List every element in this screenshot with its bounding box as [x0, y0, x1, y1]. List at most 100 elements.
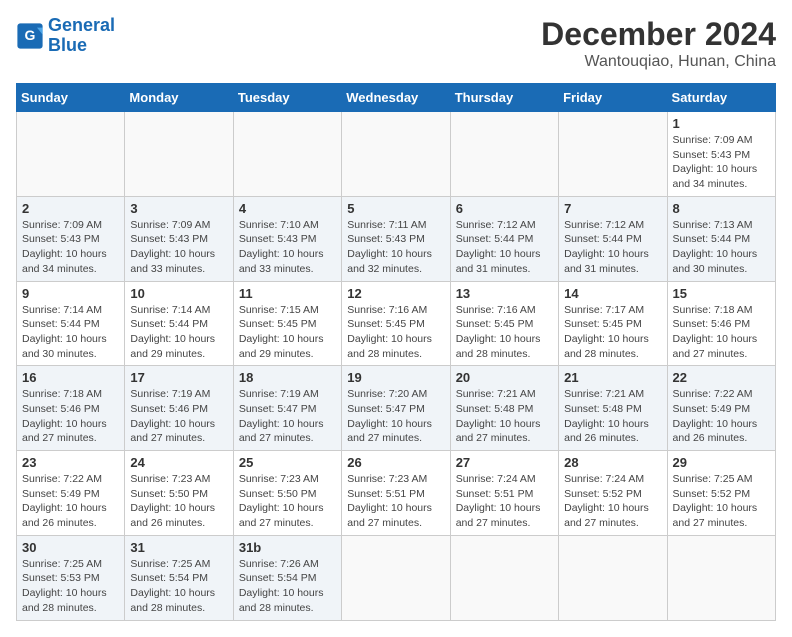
col-saturday: Saturday [667, 84, 775, 112]
day-number: 17 [130, 370, 227, 385]
table-row: 28 Sunrise: 7:24 AM Sunset: 5:52 PM Dayl… [559, 451, 667, 536]
day-number: 27 [456, 455, 553, 470]
day-info: Sunrise: 7:09 AM Sunset: 5:43 PM Dayligh… [130, 218, 227, 277]
day-info: Sunrise: 7:13 AM Sunset: 5:44 PM Dayligh… [673, 218, 770, 277]
day-number: 22 [673, 370, 770, 385]
day-info: Sunrise: 7:12 AM Sunset: 5:44 PM Dayligh… [564, 218, 661, 277]
day-number: 19 [347, 370, 444, 385]
table-row: 14 Sunrise: 7:17 AM Sunset: 5:45 PM Dayl… [559, 281, 667, 366]
logo: G General Blue [16, 16, 115, 56]
day-number: 16 [22, 370, 119, 385]
col-wednesday: Wednesday [342, 84, 450, 112]
svg-text:G: G [25, 27, 36, 43]
month-title: December 2024 [541, 16, 776, 53]
logo-icon: G [16, 22, 44, 50]
day-info: Sunrise: 7:09 AM Sunset: 5:43 PM Dayligh… [22, 218, 119, 277]
day-number: 4 [239, 201, 336, 216]
day-number: 2 [22, 201, 119, 216]
day-info: Sunrise: 7:12 AM Sunset: 5:44 PM Dayligh… [456, 218, 553, 277]
table-row [450, 112, 558, 197]
day-info: Sunrise: 7:18 AM Sunset: 5:46 PM Dayligh… [22, 387, 119, 446]
col-tuesday: Tuesday [233, 84, 341, 112]
calendar-week-row: 1 Sunrise: 7:09 AM Sunset: 5:43 PM Dayli… [17, 112, 776, 197]
calendar-week-row: 2 Sunrise: 7:09 AM Sunset: 5:43 PM Dayli… [17, 196, 776, 281]
day-info: Sunrise: 7:09 AM Sunset: 5:43 PM Dayligh… [673, 133, 770, 192]
table-row [559, 535, 667, 620]
table-row: 10 Sunrise: 7:14 AM Sunset: 5:44 PM Dayl… [125, 281, 233, 366]
day-info: Sunrise: 7:22 AM Sunset: 5:49 PM Dayligh… [22, 472, 119, 531]
table-row: 20 Sunrise: 7:21 AM Sunset: 5:48 PM Dayl… [450, 366, 558, 451]
table-row: 22 Sunrise: 7:22 AM Sunset: 5:49 PM Dayl… [667, 366, 775, 451]
table-row: 30 Sunrise: 7:25 AM Sunset: 5:53 PM Dayl… [17, 535, 125, 620]
col-thursday: Thursday [450, 84, 558, 112]
col-friday: Friday [559, 84, 667, 112]
table-row: 8 Sunrise: 7:13 AM Sunset: 5:44 PM Dayli… [667, 196, 775, 281]
table-row: 13 Sunrise: 7:16 AM Sunset: 5:45 PM Dayl… [450, 281, 558, 366]
day-info: Sunrise: 7:24 AM Sunset: 5:52 PM Dayligh… [564, 472, 661, 531]
table-row: 11 Sunrise: 7:15 AM Sunset: 5:45 PM Dayl… [233, 281, 341, 366]
table-row [667, 535, 775, 620]
day-number: 12 [347, 286, 444, 301]
day-number: 24 [130, 455, 227, 470]
table-row: 25 Sunrise: 7:23 AM Sunset: 5:50 PM Dayl… [233, 451, 341, 536]
table-row [17, 112, 125, 197]
day-number: 3 [130, 201, 227, 216]
table-row [559, 112, 667, 197]
table-row: 16 Sunrise: 7:18 AM Sunset: 5:46 PM Dayl… [17, 366, 125, 451]
day-info: Sunrise: 7:19 AM Sunset: 5:47 PM Dayligh… [239, 387, 336, 446]
table-row: 17 Sunrise: 7:19 AM Sunset: 5:46 PM Dayl… [125, 366, 233, 451]
day-info: Sunrise: 7:11 AM Sunset: 5:43 PM Dayligh… [347, 218, 444, 277]
day-number: 14 [564, 286, 661, 301]
table-row: 19 Sunrise: 7:20 AM Sunset: 5:47 PM Dayl… [342, 366, 450, 451]
title-block: December 2024 Wantouqiao, Hunan, China [541, 16, 776, 71]
day-info: Sunrise: 7:22 AM Sunset: 5:49 PM Dayligh… [673, 387, 770, 446]
day-info: Sunrise: 7:14 AM Sunset: 5:44 PM Dayligh… [22, 303, 119, 362]
calendar-week-row: 23 Sunrise: 7:22 AM Sunset: 5:49 PM Dayl… [17, 451, 776, 536]
day-info: Sunrise: 7:23 AM Sunset: 5:51 PM Dayligh… [347, 472, 444, 531]
day-number: 10 [130, 286, 227, 301]
table-row [450, 535, 558, 620]
table-row: 31b Sunrise: 7:26 AM Sunset: 5:54 PM Day… [233, 535, 341, 620]
table-row: 15 Sunrise: 7:18 AM Sunset: 5:46 PM Dayl… [667, 281, 775, 366]
table-row: 2 Sunrise: 7:09 AM Sunset: 5:43 PM Dayli… [17, 196, 125, 281]
table-row: 3 Sunrise: 7:09 AM Sunset: 5:43 PM Dayli… [125, 196, 233, 281]
day-info: Sunrise: 7:24 AM Sunset: 5:51 PM Dayligh… [456, 472, 553, 531]
day-number: 9 [22, 286, 119, 301]
table-row: 23 Sunrise: 7:22 AM Sunset: 5:49 PM Dayl… [17, 451, 125, 536]
day-number: 1 [673, 116, 770, 131]
day-number: 15 [673, 286, 770, 301]
logo-line1: General [48, 15, 115, 35]
calendar-week-row: 30 Sunrise: 7:25 AM Sunset: 5:53 PM Dayl… [17, 535, 776, 620]
day-number: 31 [130, 540, 227, 555]
day-info: Sunrise: 7:25 AM Sunset: 5:53 PM Dayligh… [22, 557, 119, 616]
day-number: 7 [564, 201, 661, 216]
day-info: Sunrise: 7:17 AM Sunset: 5:45 PM Dayligh… [564, 303, 661, 362]
day-number: 26 [347, 455, 444, 470]
day-info: Sunrise: 7:25 AM Sunset: 5:52 PM Dayligh… [673, 472, 770, 531]
table-row: 9 Sunrise: 7:14 AM Sunset: 5:44 PM Dayli… [17, 281, 125, 366]
calendar-table: Sunday Monday Tuesday Wednesday Thursday… [16, 83, 776, 621]
table-row: 1 Sunrise: 7:09 AM Sunset: 5:43 PM Dayli… [667, 112, 775, 197]
page-header: G General Blue December 2024 Wantouqiao,… [16, 16, 776, 71]
day-number: 30 [22, 540, 119, 555]
day-number: 25 [239, 455, 336, 470]
location-title: Wantouqiao, Hunan, China [541, 53, 776, 71]
logo-line2: Blue [48, 35, 87, 55]
table-row: 6 Sunrise: 7:12 AM Sunset: 5:44 PM Dayli… [450, 196, 558, 281]
table-row: 12 Sunrise: 7:16 AM Sunset: 5:45 PM Dayl… [342, 281, 450, 366]
day-info: Sunrise: 7:20 AM Sunset: 5:47 PM Dayligh… [347, 387, 444, 446]
table-row [233, 112, 341, 197]
day-info: Sunrise: 7:14 AM Sunset: 5:44 PM Dayligh… [130, 303, 227, 362]
day-number: 21 [564, 370, 661, 385]
table-row: 24 Sunrise: 7:23 AM Sunset: 5:50 PM Dayl… [125, 451, 233, 536]
day-number: 29 [673, 455, 770, 470]
day-number: 18 [239, 370, 336, 385]
table-row: 5 Sunrise: 7:11 AM Sunset: 5:43 PM Dayli… [342, 196, 450, 281]
day-info: Sunrise: 7:18 AM Sunset: 5:46 PM Dayligh… [673, 303, 770, 362]
calendar-week-row: 16 Sunrise: 7:18 AM Sunset: 5:46 PM Dayl… [17, 366, 776, 451]
day-info: Sunrise: 7:26 AM Sunset: 5:54 PM Dayligh… [239, 557, 336, 616]
calendar-week-row: 9 Sunrise: 7:14 AM Sunset: 5:44 PM Dayli… [17, 281, 776, 366]
day-number: 31b [239, 540, 336, 555]
table-row [125, 112, 233, 197]
table-row: 29 Sunrise: 7:25 AM Sunset: 5:52 PM Dayl… [667, 451, 775, 536]
